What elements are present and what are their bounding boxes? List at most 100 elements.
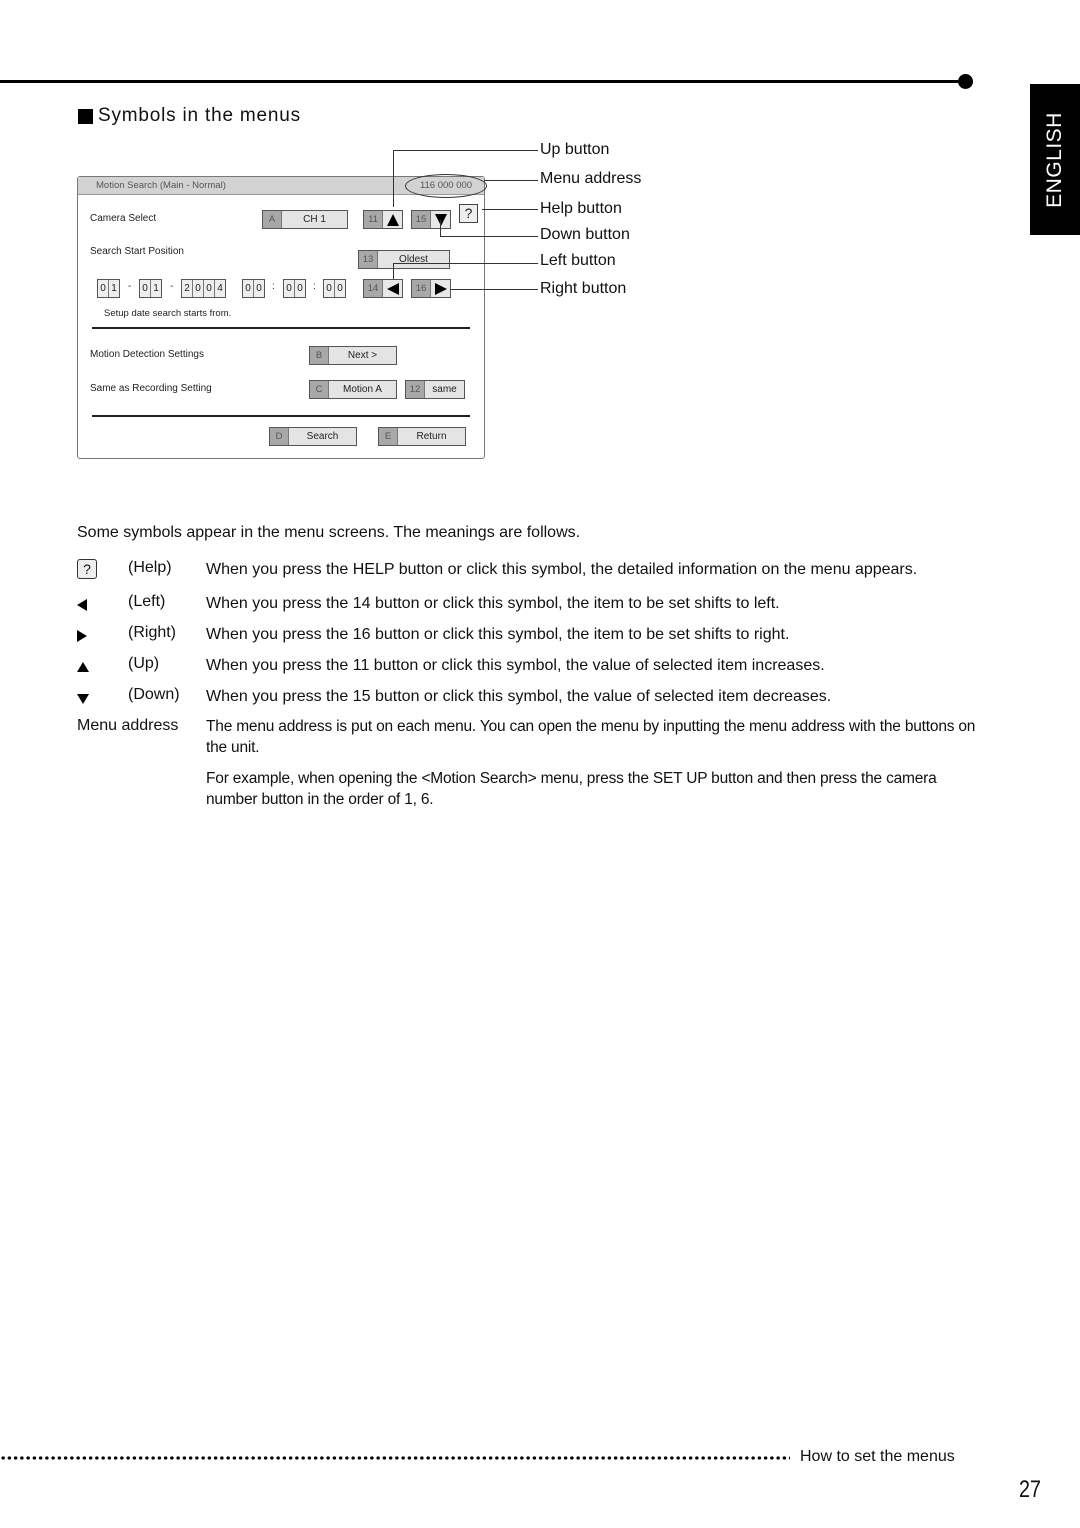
digit: 1 (153, 283, 159, 294)
symbol-description: When you press the HELP button or click … (206, 561, 918, 578)
digit: 0 (98, 280, 109, 297)
button-key: C (310, 381, 329, 398)
menu-address: 116 000 000 (405, 174, 487, 198)
digit: 0 (256, 283, 262, 294)
button-value: same (432, 384, 457, 395)
digit: 1 (111, 283, 117, 294)
time-separator: : (313, 281, 316, 292)
section-heading-text: Symbols in the menus (98, 105, 301, 126)
button-key: 12 (406, 381, 425, 398)
callout-line-left (393, 263, 395, 279)
page-number: 27 (1019, 1476, 1041, 1503)
callout-left-button: Left button (540, 252, 616, 269)
divider (92, 415, 470, 417)
right-arrow-icon (431, 280, 450, 297)
callout-line-down (440, 220, 442, 237)
top-rule-end-dot (958, 74, 973, 89)
symbol-name: (Help) (128, 559, 172, 576)
motion-select-button[interactable]: C Motion A (309, 380, 397, 399)
down-arrow-icon (77, 692, 99, 710)
day-field[interactable]: 01 (97, 279, 120, 298)
menu-title: Motion Search (Main - Normal) (96, 180, 226, 191)
digit: 0 (204, 280, 215, 297)
minute-field[interactable]: 00 (283, 279, 306, 298)
button-key: 14 (364, 280, 383, 297)
symbol-description: When you press the 15 button or click th… (206, 688, 832, 705)
search-hint: Setup date search starts from. (104, 308, 232, 319)
search-start-button[interactable]: 13 Oldest (358, 250, 450, 269)
symbol-description: When you press the 11 button or click th… (206, 657, 825, 674)
help-icon: ? (77, 559, 97, 579)
date-separator: - (128, 281, 132, 292)
button-key: 13 (359, 251, 378, 268)
same-button[interactable]: 12 same (405, 380, 465, 399)
up-button[interactable]: 11 (363, 210, 403, 229)
section-heading: Symbols in the menus (78, 105, 301, 127)
digit: 0 (284, 280, 295, 297)
search-start-label: Search Start Position (90, 246, 184, 257)
left-button[interactable]: 14 (363, 279, 403, 298)
button-key: 11 (364, 211, 383, 228)
button-value: Return (416, 431, 447, 442)
return-button[interactable]: E Return (378, 427, 466, 446)
left-arrow-icon (383, 280, 402, 297)
camera-select-label: Camera Select (90, 213, 157, 224)
hour-field[interactable]: 00 (242, 279, 265, 298)
callout-line-up (393, 150, 538, 152)
digit: 0 (243, 280, 254, 297)
camera-select-button[interactable]: A CH 1 (262, 210, 348, 229)
button-value: Oldest (399, 254, 428, 265)
footer-section-title: How to set the menus (800, 1448, 955, 1465)
up-arrow-icon (77, 660, 99, 678)
date-separator: - (170, 281, 174, 292)
language-tab: ENGLISH (1030, 84, 1080, 235)
digit: 0 (193, 280, 204, 297)
digit: 0 (324, 280, 335, 297)
callout-line-up (393, 150, 395, 207)
second-field[interactable]: 00 (323, 279, 346, 298)
button-value: CH 1 (303, 214, 326, 225)
up-arrow-icon (383, 211, 402, 228)
symbol-name: (Right) (128, 624, 177, 641)
divider (92, 327, 470, 329)
right-arrow-icon (77, 629, 99, 647)
menu-address-label: Menu address (77, 717, 179, 734)
motion-detection-label: Motion Detection Settings (90, 349, 204, 360)
digit: 0 (337, 283, 343, 294)
help-button[interactable]: ? (459, 204, 478, 223)
digit: 0 (297, 283, 303, 294)
year-field[interactable]: 2004 (181, 279, 226, 298)
callout-down-button: Down button (540, 226, 630, 243)
menu-address-example: For example, when opening the <Motion Se… (206, 770, 937, 808)
top-rule (0, 80, 966, 83)
button-key: A (263, 211, 282, 228)
time-separator: : (272, 281, 275, 292)
callout-help-button: Help button (540, 200, 622, 217)
search-button[interactable]: D Search (269, 427, 357, 446)
symbol-description: When you press the 14 button or click th… (206, 595, 780, 612)
button-key: B (310, 347, 329, 364)
next-button[interactable]: B Next > (309, 346, 397, 365)
callout-line-left (393, 263, 538, 265)
symbol-name: (Left) (128, 593, 166, 610)
callout-line-menu-address (484, 180, 538, 182)
symbol-name: (Down) (128, 686, 180, 703)
button-key: 16 (412, 280, 431, 297)
callout-line-help (482, 209, 538, 211)
symbol-name: (Up) (128, 655, 160, 672)
button-value: Motion A (343, 384, 382, 395)
right-button[interactable]: 16 (411, 279, 451, 298)
dotted-leader (0, 1456, 790, 1460)
button-key: E (379, 428, 398, 445)
month-field[interactable]: 01 (139, 279, 162, 298)
symbol-description: When you press the 16 button or click th… (206, 626, 790, 643)
intro-text: Some symbols appear in the menu screens.… (77, 524, 581, 541)
callout-up-button: Up button (540, 141, 610, 158)
menu-address-paragraph: The menu address is put on each menu. Yo… (206, 718, 976, 756)
down-button[interactable]: 15 (411, 210, 451, 229)
left-arrow-icon (77, 598, 99, 616)
button-value: Search (306, 431, 339, 442)
callout-line-down (440, 236, 538, 238)
language-tab-label: ENGLISH (1043, 111, 1066, 208)
digit: 2 (182, 280, 193, 297)
